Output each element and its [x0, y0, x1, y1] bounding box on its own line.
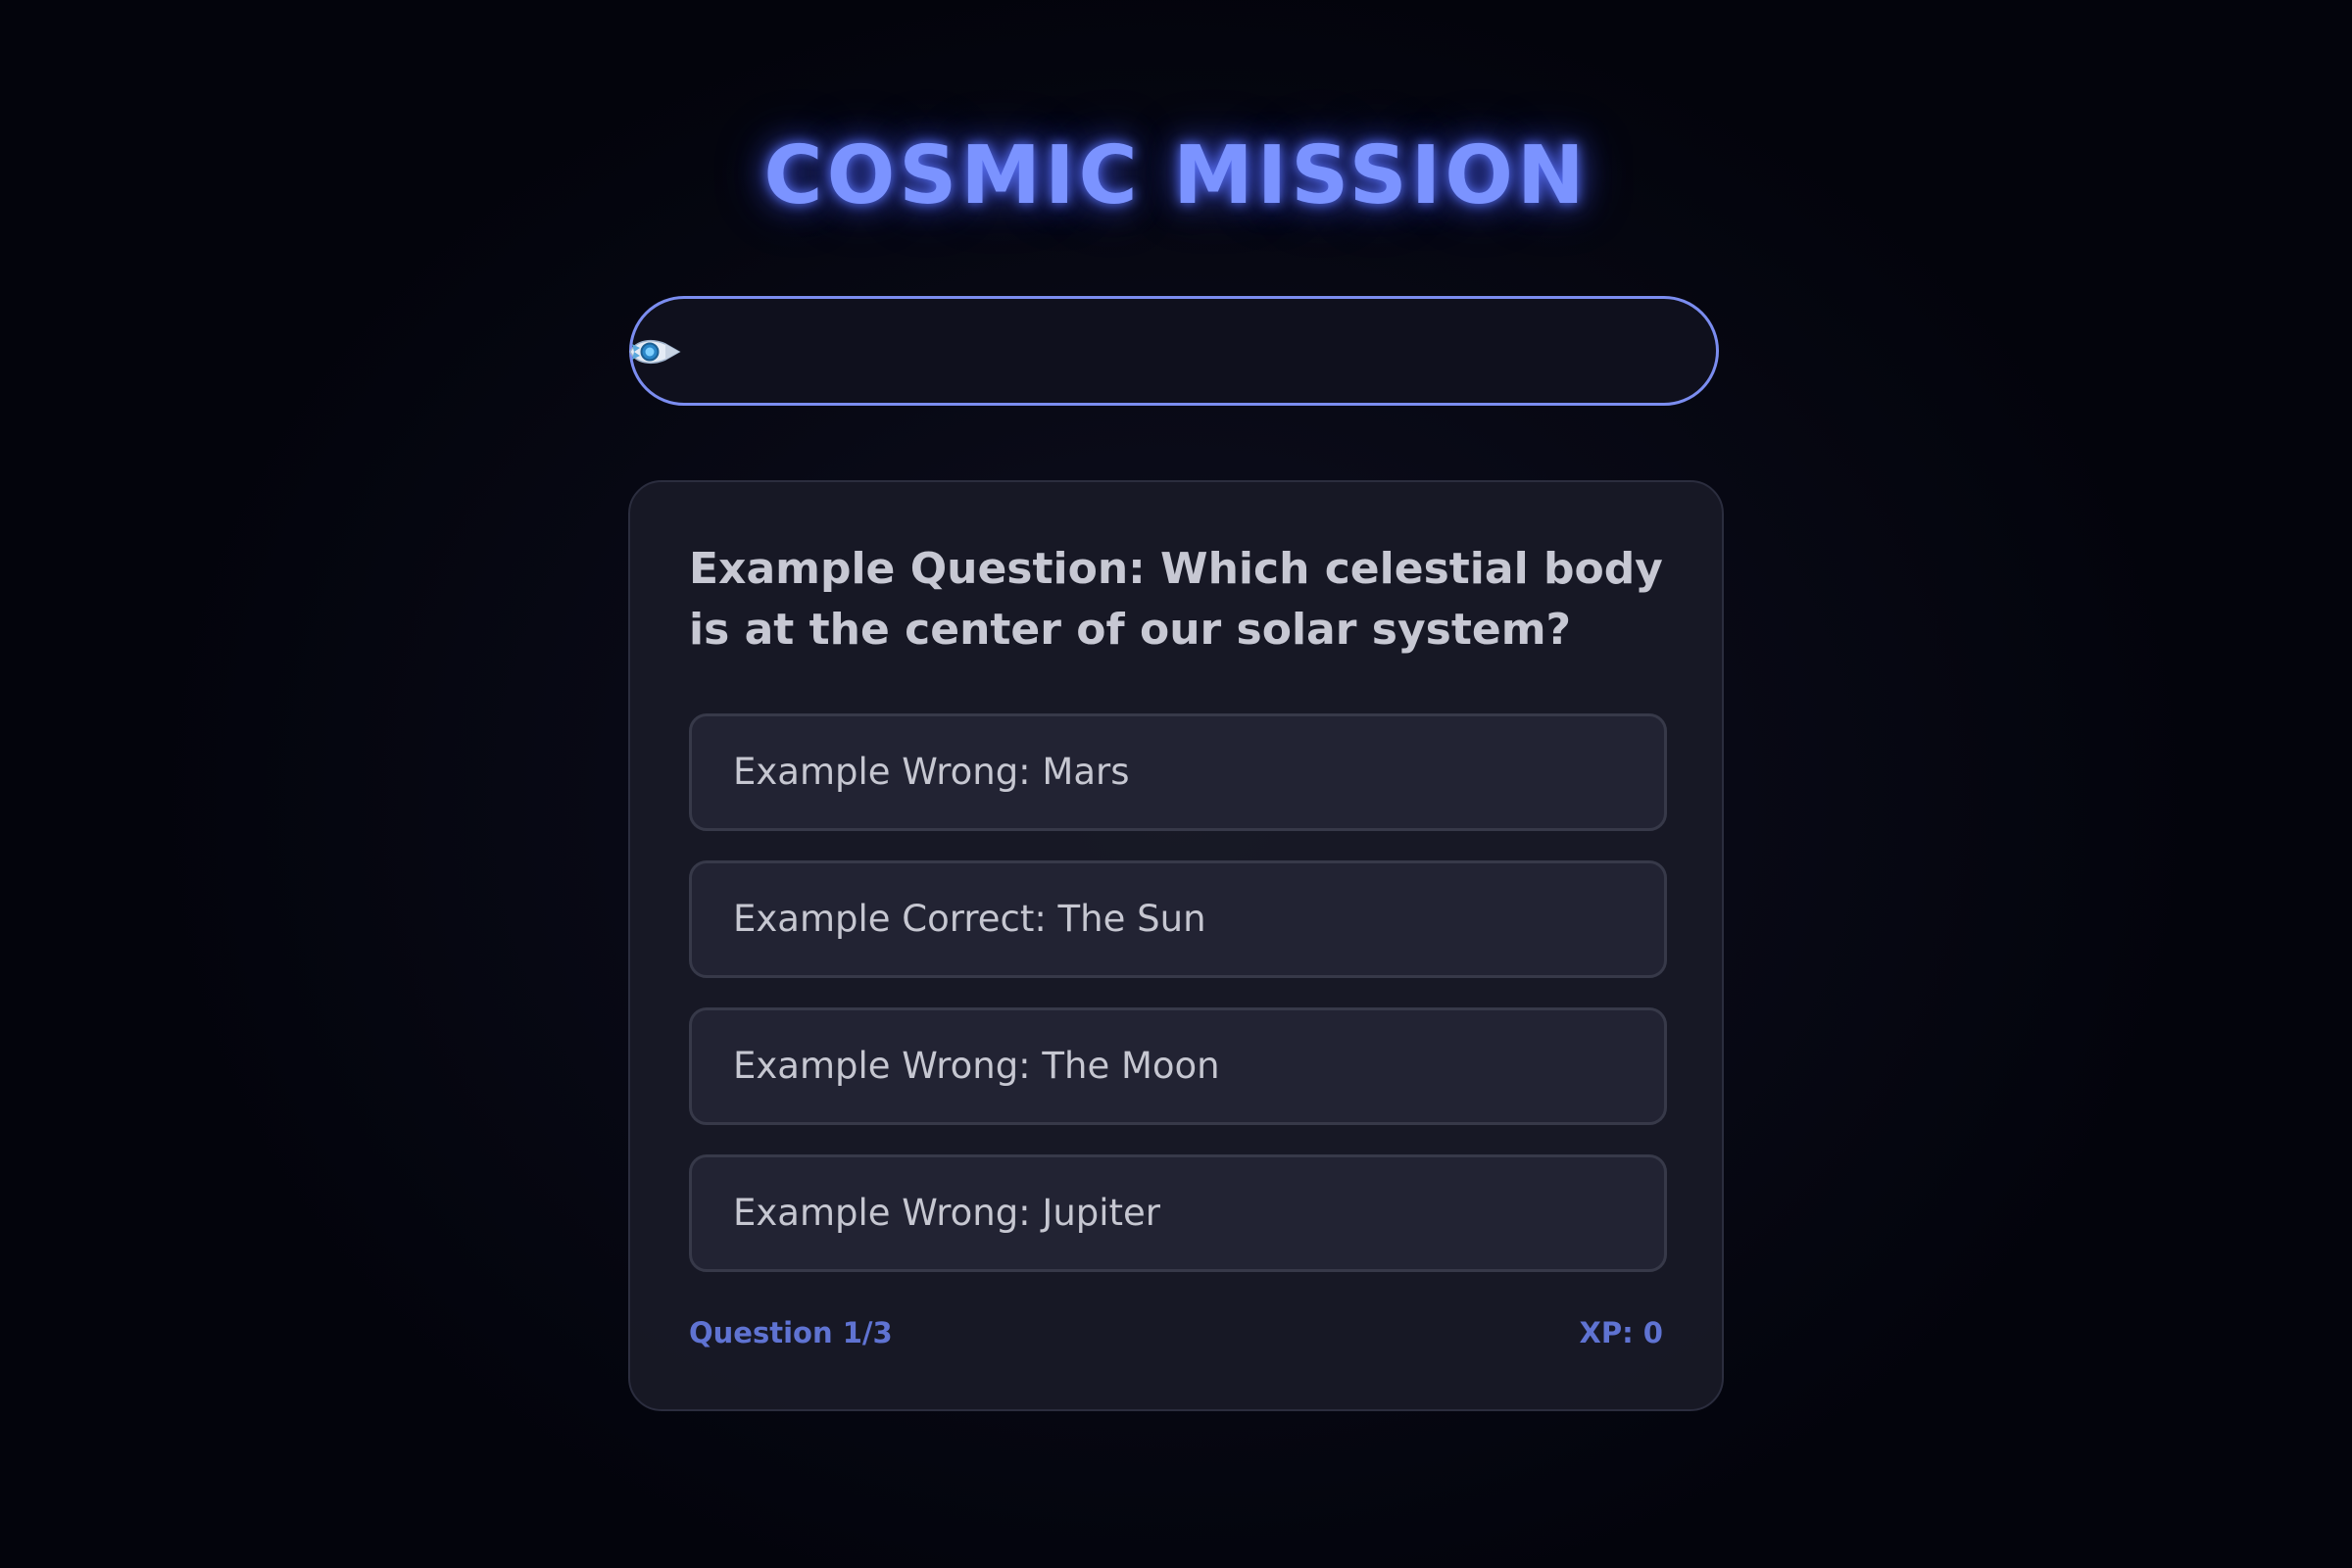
answer-option[interactable]: Example Wrong: Mars: [689, 713, 1667, 831]
question-counter: Question 1/3: [689, 1316, 893, 1349]
answer-option[interactable]: Example Wrong: The Moon: [689, 1007, 1667, 1125]
game-title: COSMIC MISSION: [763, 129, 1589, 222]
question-text: Example Question: Which celestial body i…: [689, 544, 1663, 655]
question-card: Example Question: Which celestial body i…: [628, 480, 1724, 1411]
mission-progress-bar: [629, 296, 1719, 406]
answer-option[interactable]: Example Correct: The Sun: [689, 860, 1667, 978]
answer-option[interactable]: Example Wrong: Jupiter: [689, 1154, 1667, 1272]
rocket-icon: [629, 339, 681, 365]
xp-counter: XP: 0: [1579, 1316, 1664, 1349]
